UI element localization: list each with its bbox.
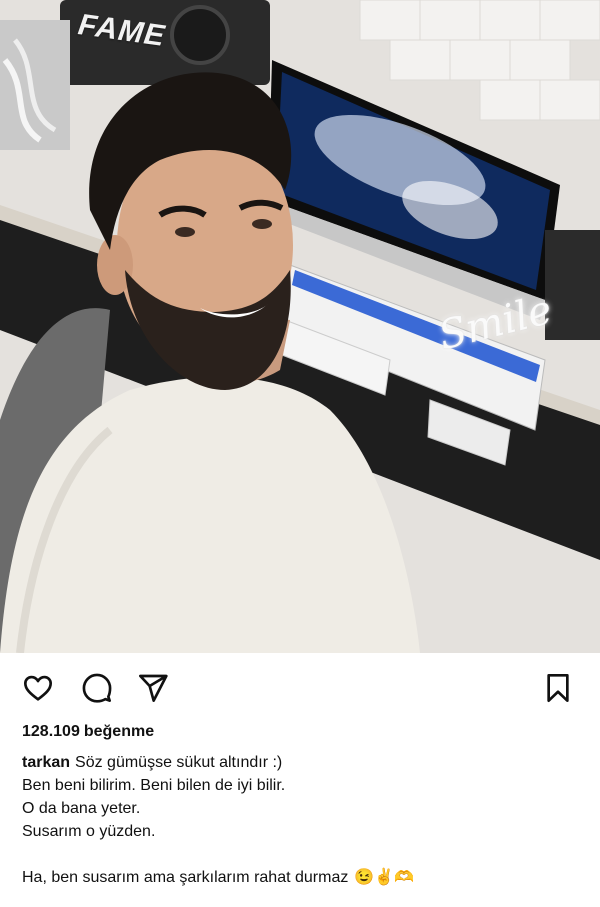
heart-icon — [24, 675, 52, 701]
caption-last-line: Ha, ben susarım ama şarkılarım rahat dur… — [22, 866, 578, 889]
post-photo[interactable]: FAME Smile — [0, 0, 600, 653]
share-button[interactable] — [136, 671, 170, 705]
caption-first-line: tarkan Söz gümüşse sükut altındır :) — [22, 751, 578, 774]
caption-line: Susarım o yüzden. — [22, 823, 156, 840]
comment-button[interactable] — [80, 671, 114, 705]
post-meta: 128.109 beğenme tarkan Söz gümüşse sükut a… — [22, 720, 578, 889]
caption-username[interactable]: tarkan — [22, 754, 70, 771]
save-button[interactable] — [541, 671, 575, 705]
send-icon — [139, 674, 168, 702]
comment-icon — [82, 673, 112, 703]
bookmark-icon — [547, 674, 569, 702]
likes-number: 128.109 — [22, 723, 80, 740]
like-button[interactable] — [21, 671, 55, 705]
caption-line: O da bana yeter. — [22, 800, 141, 817]
post-action-bar — [0, 653, 600, 719]
likes-label: beğenme — [83, 723, 155, 740]
caption-text: Ha, ben susarım ama şarkılarım rahat dur… — [22, 869, 349, 886]
caption-line: Ben beni bilirim. Beni bilen de iyi bili… — [22, 777, 286, 794]
caption-emojis: 😉✌️🫶 — [354, 869, 415, 886]
likes-count[interactable]: 128.109 beğenme — [22, 720, 578, 743]
caption-text: Söz gümüşse sükut altındır :) — [75, 754, 283, 771]
